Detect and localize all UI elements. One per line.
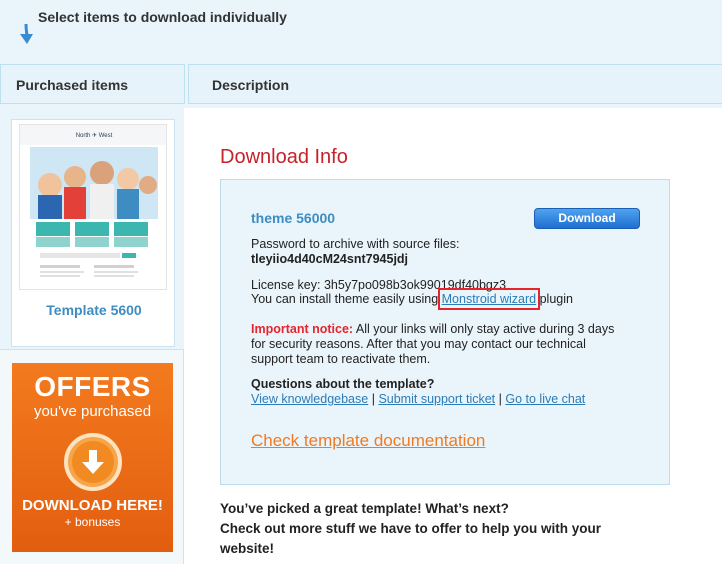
link-separator: |	[498, 392, 502, 406]
check-documentation-link[interactable]: Check template documentation	[251, 431, 485, 451]
theme-name: theme 56000	[251, 210, 336, 226]
monstroid-wizard-link[interactable]: Monstroid wizard	[437, 288, 541, 310]
next-line-1: You’ve picked a great template! What’s n…	[220, 501, 509, 516]
next-line-2: Check out more stuff we have to offer to…	[220, 521, 602, 536]
questions-label: Questions about the template?	[251, 377, 435, 391]
main-content: Download Info theme 56000 Download Passw…	[184, 108, 722, 564]
notice-text-2: for security reasons. After that you may…	[251, 337, 586, 351]
license-line: License key: 3h5y7po098b3ok99019df40bgz3	[251, 278, 506, 292]
offers-title: OFFERS	[34, 371, 151, 402]
download-info-box: theme 56000 Download Password to archive…	[220, 179, 670, 485]
tab-purchased-items[interactable]: Purchased items	[0, 64, 185, 104]
license-label: License key:	[251, 278, 321, 292]
offers-subtitle: you've purchased	[33, 403, 152, 420]
offers-download-label: DOWNLOAD HERE!	[22, 497, 163, 514]
support-links: View knowledgebase | Submit support tick…	[251, 392, 585, 406]
top-bar: Select items to download individually	[0, 0, 722, 64]
license-value: 3h5y7po098b3ok99019df40bgz3	[323, 278, 507, 292]
knowledgebase-link[interactable]: View knowledgebase	[251, 392, 368, 406]
next-steps-text: You’ve picked a great template! What’s n…	[220, 499, 601, 559]
notice-label: Important notice:	[251, 322, 354, 336]
left-column: North ✈ West Template 5600 OFFERS you've…	[0, 108, 184, 564]
template-preview-image: North ✈ West	[20, 125, 166, 289]
offers-banner[interactable]: OFFERS you've purchased DOWNLOAD HERE! +…	[12, 363, 173, 552]
link-separator: |	[371, 392, 375, 406]
live-chat-link[interactable]: Go to live chat	[505, 392, 585, 406]
download-button[interactable]: Download	[534, 208, 640, 229]
install-line: You can install theme easily using Monst…	[251, 288, 573, 310]
password-label: Password to archive with source files:	[251, 237, 460, 251]
template-label[interactable]: Template 5600	[12, 302, 176, 318]
install-suffix: plugin	[539, 292, 573, 306]
arrow-down-icon	[82, 450, 104, 474]
notice-text-3: support team to reactivate them.	[251, 352, 431, 366]
offers-bonus-label: + bonuses	[64, 515, 121, 529]
install-prefix: You can install theme easily using	[251, 292, 439, 306]
notice-text-1: All your links will only stay active dur…	[355, 322, 615, 336]
download-info-heading: Download Info	[220, 146, 348, 168]
page-title: Select items to download individually	[38, 9, 287, 25]
template-card[interactable]: North ✈ West Template 5600	[11, 119, 175, 347]
tab-description[interactable]: Description	[188, 64, 722, 104]
template-thumbnail[interactable]: North ✈ West	[19, 124, 167, 290]
arrow-down-icon	[20, 23, 33, 44]
notice-line-1: Important notice: All your links will on…	[251, 322, 614, 336]
offers-panel: OFFERS you've purchased DOWNLOAD HERE! +…	[0, 349, 184, 564]
download-circle-icon	[64, 433, 122, 491]
password-value: tleyiio4d40cM24snt7945jdj	[251, 252, 409, 266]
support-ticket-link[interactable]: Submit support ticket	[378, 392, 495, 406]
next-line-3: website!	[220, 541, 275, 556]
thumb-brand: North ✈ West	[76, 132, 113, 139]
